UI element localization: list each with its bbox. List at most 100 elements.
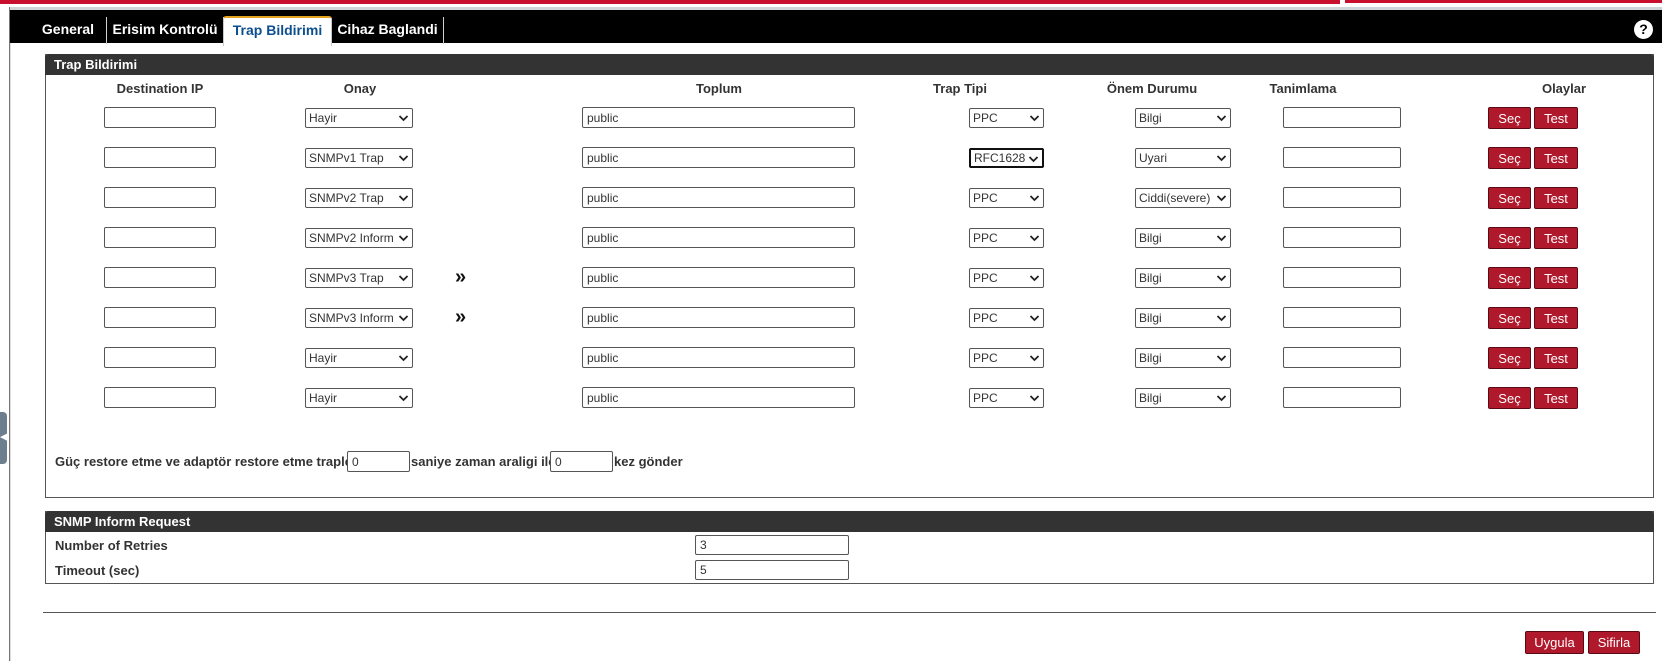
tab-trap-bildirimi[interactable]: Trap Bildirimi [223, 16, 332, 46]
sec-button[interactable]: Seç [1488, 267, 1531, 289]
chevron-down-icon [1029, 235, 1040, 242]
tanimlama-input[interactable] [1283, 187, 1401, 208]
trap-tipi-select[interactable]: PPC [969, 228, 1044, 248]
chevron-down-icon [1216, 235, 1227, 242]
trap-tipi-select[interactable]: PPC [969, 108, 1044, 128]
chevron-down-icon [398, 235, 409, 242]
chevron-down-icon [1028, 156, 1039, 163]
onem-select-value: Bilgi [1139, 311, 1162, 325]
restore-count-input[interactable] [550, 451, 613, 472]
snmp-inform-panel: SNMP Inform Request Number of Retries Ti… [45, 511, 1654, 584]
tab-cihaz-baglandi[interactable]: Cihaz Baglandi [332, 17, 444, 44]
destination-ip-input[interactable] [104, 387, 216, 408]
chevron-double-right-icon[interactable]: » [455, 307, 466, 327]
onay-select[interactable]: SNMPv3 Inform [305, 308, 413, 328]
restore-interval-input[interactable] [347, 451, 410, 472]
test-button[interactable]: Test [1534, 147, 1578, 169]
onem-durumu-select[interactable]: Bilgi [1135, 228, 1231, 248]
trap-tipi-select[interactable]: PPC [969, 268, 1044, 288]
trap-tipi-select-value: PPC [973, 311, 998, 325]
tanimlama-input[interactable] [1283, 267, 1401, 288]
toplum-input[interactable] [582, 387, 855, 408]
onay-select[interactable]: Hayir [305, 348, 413, 368]
chevron-down-icon [1216, 155, 1227, 162]
onay-select[interactable]: SNMPv3 Trap [305, 268, 413, 288]
left-border-inner [10, 43, 11, 661]
test-button[interactable]: Test [1534, 387, 1578, 409]
onay-select-value: Hayir [309, 351, 338, 365]
chevron-double-right-icon[interactable]: » [455, 267, 466, 287]
onay-select[interactable]: Hayir [305, 388, 413, 408]
onem-durumu-select[interactable]: Bilgi [1135, 388, 1231, 408]
onay-select[interactable]: Hayir [305, 108, 413, 128]
sec-button[interactable]: Seç [1488, 107, 1531, 129]
tanimlama-input[interactable] [1283, 307, 1401, 328]
chevron-down-icon [1216, 315, 1227, 322]
trap-tipi-select[interactable]: PPC [969, 388, 1044, 408]
tanimlama-input[interactable] [1283, 107, 1401, 128]
tab-erisim-kontrolu[interactable]: Erisim Kontrolü [107, 17, 224, 44]
destination-ip-input[interactable] [104, 147, 216, 168]
onem-durumu-select[interactable]: Ciddi(severe) [1135, 188, 1231, 208]
toplum-input[interactable] [582, 267, 855, 288]
trap-tipi-select-value: PPC [973, 111, 998, 125]
tanimlama-input[interactable] [1283, 227, 1401, 248]
trap-tipi-select[interactable]: RFC1628 [969, 148, 1044, 168]
tanimlama-input[interactable] [1283, 147, 1401, 168]
toplum-input[interactable] [582, 227, 855, 248]
onem-durumu-select[interactable]: Bilgi [1135, 108, 1231, 128]
sec-button[interactable]: Seç [1488, 147, 1531, 169]
tanimlama-input[interactable] [1283, 387, 1401, 408]
col-olaylar: Olaylar [1541, 81, 1587, 96]
destination-ip-input[interactable] [104, 347, 216, 368]
destination-ip-input[interactable] [104, 187, 216, 208]
test-button[interactable]: Test [1534, 227, 1578, 249]
onem-select-value: Bilgi [1139, 231, 1162, 245]
sidebar-collapse-handle[interactable]: ◀ [0, 412, 8, 464]
test-button[interactable]: Test [1534, 267, 1578, 289]
test-button[interactable]: Test [1534, 307, 1578, 329]
restore-text-before: Güç restore etme ve adaptör restore etme… [55, 454, 373, 469]
onay-select[interactable]: SNMPv2 Trap [305, 188, 413, 208]
test-button[interactable]: Test [1534, 347, 1578, 369]
onay-select-value: SNMPv3 Trap [309, 271, 384, 285]
test-button[interactable]: Test [1534, 187, 1578, 209]
onay-select[interactable]: SNMPv2 Inform [305, 228, 413, 248]
apply-button[interactable]: Uygula [1525, 631, 1584, 654]
help-icon[interactable]: ? [1634, 20, 1653, 39]
sec-button[interactable]: Seç [1488, 307, 1531, 329]
trap-tipi-select[interactable]: PPC [969, 188, 1044, 208]
onem-durumu-select[interactable]: Bilgi [1135, 268, 1231, 288]
toplum-input[interactable] [582, 307, 855, 328]
onem-durumu-select[interactable]: Bilgi [1135, 348, 1231, 368]
sec-button[interactable]: Seç [1488, 187, 1531, 209]
destination-ip-input[interactable] [104, 267, 216, 288]
toplum-input[interactable] [582, 107, 855, 128]
destination-ip-input[interactable] [104, 227, 216, 248]
onem-durumu-select[interactable]: Bilgi [1135, 308, 1231, 328]
onay-select[interactable]: SNMPv1 Trap [305, 148, 413, 168]
sec-button[interactable]: Seç [1488, 387, 1531, 409]
chevron-down-icon [398, 315, 409, 322]
trap-bildirimi-panel: Trap Bildirimi Destination IP Onay Toplu… [45, 54, 1654, 498]
tab-general[interactable]: General [30, 17, 107, 44]
trap-tipi-select[interactable]: PPC [969, 308, 1044, 328]
trap-tipi-select-value: RFC1628 [974, 151, 1026, 165]
tanimlama-input[interactable] [1283, 347, 1401, 368]
onem-durumu-select[interactable]: Uyari [1135, 148, 1231, 168]
sec-button[interactable]: Seç [1488, 347, 1531, 369]
toplum-input[interactable] [582, 187, 855, 208]
destination-ip-input[interactable] [104, 107, 216, 128]
reset-button[interactable]: Sifirla [1588, 631, 1640, 654]
test-button[interactable]: Test [1534, 107, 1578, 129]
destination-ip-input[interactable] [104, 307, 216, 328]
trap-tipi-select[interactable]: PPC [969, 348, 1044, 368]
toplum-input[interactable] [582, 147, 855, 168]
onem-select-value: Bilgi [1139, 351, 1162, 365]
snmp-inform-header: SNMP Inform Request [45, 511, 1654, 532]
timeout-input[interactable] [695, 560, 849, 580]
toplum-input[interactable] [582, 347, 855, 368]
retries-input[interactable] [695, 535, 849, 555]
chevron-down-icon [398, 155, 409, 162]
sec-button[interactable]: Seç [1488, 227, 1531, 249]
